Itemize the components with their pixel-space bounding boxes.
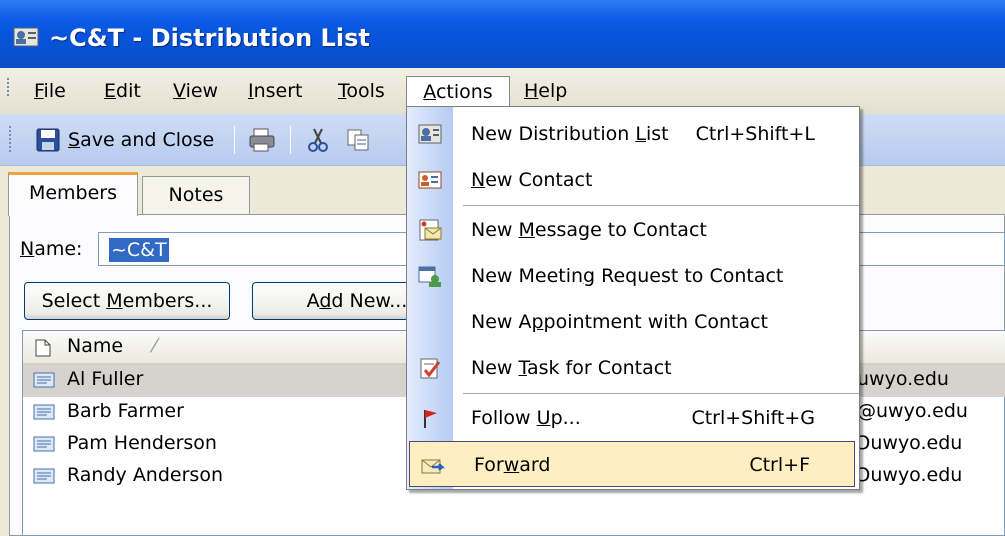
shortcut: Ctrl+F	[749, 454, 810, 476]
copy-icon	[347, 129, 369, 151]
toolbar-grip[interactable]	[8, 126, 12, 154]
cut-button[interactable]	[306, 124, 330, 156]
save-mnemonic: S	[68, 129, 81, 151]
contact-email: uwyo.edu	[857, 368, 949, 390]
forward-icon	[421, 459, 446, 474]
contact-email: @uwyo.edu	[857, 400, 968, 422]
contact-card-icon	[418, 171, 442, 189]
select-members-button[interactable]: Select Members...	[24, 282, 230, 320]
contact-email: Ͻuwyo.edu	[857, 464, 963, 486]
window-title: ~C&T - Distribution List	[49, 24, 370, 52]
contact-card-icon	[33, 372, 55, 388]
menu-edit[interactable]: Edit	[96, 76, 149, 108]
add-new-button[interactable]: Add New...	[252, 282, 432, 320]
toolbar-separator	[234, 126, 235, 154]
tab-notes[interactable]: Notes	[142, 176, 250, 216]
menubar-grip[interactable]	[6, 78, 10, 98]
menu-item-new-meeting-request[interactable]: New Meeting Request to Contact	[407, 253, 859, 299]
task-icon	[420, 358, 441, 379]
save-and-close-button[interactable]: Save and Close	[36, 124, 214, 156]
menu-separator	[463, 205, 859, 206]
toolbar-separator	[290, 126, 291, 154]
print-button[interactable]	[248, 124, 276, 156]
menu-help[interactable]: Help	[516, 76, 575, 108]
printer-icon	[249, 128, 275, 152]
menu-file[interactable]: File	[26, 76, 74, 108]
tab-members[interactable]: Members	[8, 172, 138, 216]
contact-name: Randy Anderson	[67, 464, 223, 486]
contact-card-icon	[33, 468, 55, 484]
title-bar: ~C&T - Distribution List	[0, 0, 1005, 68]
name-label: Name:	[20, 238, 83, 260]
menu-item-new-distribution-list[interactable]: New Distribution List Ctrl+Shift+L	[407, 111, 859, 157]
contact-card-icon	[33, 436, 55, 452]
contact-name: Barb Farmer	[67, 400, 184, 422]
distribution-list-icon[interactable]	[13, 26, 41, 48]
menu-item-new-message-to-contact[interactable]: New Message to Contact	[407, 207, 859, 253]
save-label-rest: ave and Close	[80, 129, 215, 151]
shortcut: Ctrl+Shift+L	[695, 123, 815, 145]
menu-insert[interactable]: Insert	[240, 76, 311, 108]
meeting-request-icon	[418, 266, 441, 287]
message-icon	[419, 219, 442, 241]
contact-card-icon	[33, 404, 55, 420]
copy-button[interactable]	[346, 124, 372, 156]
menu-item-forward[interactable]: Forward Ctrl+F	[409, 441, 855, 487]
menu-item-follow-up[interactable]: Follow Up... Ctrl+Shift+G	[407, 395, 859, 441]
sort-indicator: ⁄	[153, 335, 157, 357]
name-field-value: ~C&T	[109, 238, 169, 262]
menu-tools[interactable]: Tools	[330, 76, 393, 108]
shortcut: Ctrl+Shift+G	[691, 407, 815, 429]
scissors-icon	[308, 128, 328, 152]
menu-item-new-contact[interactable]: New Contact	[407, 157, 859, 203]
menu-view[interactable]: View	[165, 76, 226, 108]
contact-name: Al Fuller	[67, 368, 144, 390]
document-icon	[35, 339, 51, 357]
menu-item-new-appointment[interactable]: New Appointment with Contact	[407, 299, 859, 345]
column-name-header[interactable]: Name	[67, 335, 123, 357]
distribution-list-icon	[418, 124, 442, 144]
actions-menu: New Distribution List Ctrl+Shift+L New C…	[406, 106, 860, 490]
contact-name: Pam Henderson	[67, 432, 217, 454]
menu-item-new-task[interactable]: New Task for Contact	[407, 345, 859, 391]
menu-separator	[463, 393, 859, 394]
contact-email: Ͻuwyo.edu	[857, 432, 963, 454]
menu-actions[interactable]: Actions	[406, 76, 510, 108]
save-icon	[36, 128, 60, 152]
follow-up-flag-icon	[424, 410, 437, 428]
